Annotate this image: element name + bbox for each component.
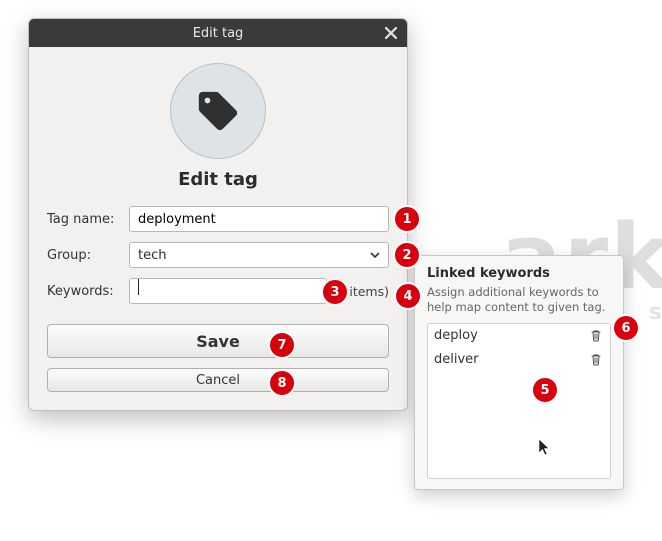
keywords-input[interactable] (129, 278, 327, 304)
tag-hero (47, 63, 389, 159)
trash-icon[interactable] (588, 328, 604, 344)
annotation-badge-6: 6 (614, 316, 638, 340)
keywords-label: Keywords: (47, 284, 129, 299)
keywords-list: deploy deliver (427, 323, 611, 479)
group-select-value: tech (138, 248, 366, 263)
tag-name-input[interactable] (129, 206, 389, 232)
trash-icon[interactable] (588, 352, 604, 368)
cancel-button[interactable]: Cancel (47, 368, 389, 392)
annotation-badge-7: 7 (270, 333, 294, 357)
chevron-down-icon (366, 246, 384, 264)
group-select[interactable]: tech (129, 242, 389, 268)
watermark-subtext: s (649, 300, 662, 325)
keyword-text: deliver (434, 352, 479, 367)
group-label: Group: (47, 248, 129, 263)
cursor-icon (538, 438, 552, 462)
annotation-badge-1: 1 (395, 207, 419, 231)
keyword-item: deploy (428, 324, 610, 348)
popover-description: Assign additional keywords to help map c… (427, 285, 611, 315)
keyword-text: deploy (434, 328, 478, 343)
dialog-title: Edit tag (193, 26, 244, 41)
tag-name-label: Tag name: (47, 212, 129, 227)
dialog-titlebar: Edit tag (29, 19, 407, 47)
close-icon[interactable] (381, 23, 401, 43)
keyword-item: deliver (428, 348, 610, 372)
save-button[interactable]: Save (47, 324, 389, 358)
popover-title: Linked keywords (427, 266, 611, 281)
annotation-badge-4: 4 (396, 284, 420, 308)
annotation-badge-8: 8 (270, 371, 294, 395)
annotation-badge-2: 2 (395, 243, 419, 267)
dialog-heading: Edit tag (47, 169, 389, 190)
edit-tag-dialog: Edit tag Edit tag Tag name: Group: tech (28, 18, 408, 411)
linked-keywords-popover: Linked keywords Assign additional keywor… (414, 255, 624, 490)
annotation-badge-5: 5 (533, 378, 557, 402)
annotation-badge-3: 3 (323, 280, 347, 304)
tag-icon (170, 63, 266, 159)
